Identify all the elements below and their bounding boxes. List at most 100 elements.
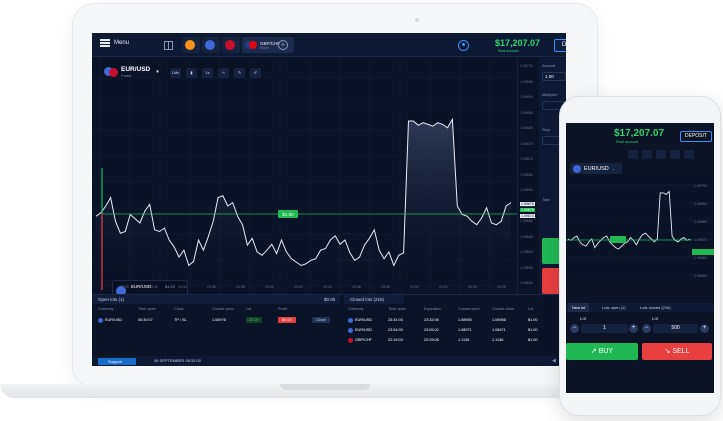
row-expiration: 22:29:06 bbox=[424, 338, 439, 342]
row-currency: EUR/USD bbox=[98, 316, 122, 325]
phone-price-chart[interactable]: 1.09700 1.09690 1.09680 1.09670 1.09660 1.096… bbox=[566, 177, 714, 285]
y-tick-label: 1.09645 bbox=[520, 234, 533, 239]
phone-indicator-icon[interactable] bbox=[656, 150, 666, 159]
phone-y-tick: 1.09690 bbox=[694, 202, 707, 206]
close-lot-button[interactable]: Close bbox=[312, 316, 330, 325]
tab-lots-closed[interactable]: Lots closed (216) bbox=[636, 303, 675, 312]
support-button[interactable]: Support bbox=[98, 357, 136, 365]
user-avatar-icon[interactable] bbox=[458, 40, 469, 51]
phone-settings-icon[interactable] bbox=[684, 150, 694, 159]
phone-buy-button[interactable]: ↗ BUY bbox=[566, 343, 638, 360]
phone-lot-tabs: New lot Lots open (1) Lots closed (216) bbox=[566, 303, 714, 312]
open-lots-header[interactable]: Open lots (1) $0.00 bbox=[92, 295, 340, 304]
eurusd-flag-icon bbox=[348, 317, 353, 323]
multiplier-label: Multiplier bbox=[542, 93, 558, 97]
candle-icon[interactable]: ▮ bbox=[186, 68, 197, 78]
col-course-open: Course open bbox=[458, 307, 480, 311]
x-tick-label: 23:32 bbox=[149, 285, 158, 289]
col-time-open: Time open bbox=[138, 307, 156, 311]
phone-deposit-button[interactable]: DEPOSIT bbox=[680, 131, 712, 142]
tab-bitcoin[interactable] bbox=[182, 37, 200, 53]
eurusd-flag-icon bbox=[104, 66, 118, 78]
x-tick-label: 23:42 bbox=[294, 285, 303, 289]
menu-button[interactable]: Menu bbox=[100, 39, 129, 47]
col-lot: Lot bbox=[528, 307, 534, 311]
tab-pair-label: GBP/CHF bbox=[260, 40, 281, 46]
col-close: Close bbox=[174, 307, 184, 311]
row-course-open: 1.1136 bbox=[458, 338, 470, 342]
row-currency: GBP/CHF bbox=[348, 336, 372, 345]
phone-asset-name: EUR/USD bbox=[584, 165, 609, 172]
y-tick-label: 1.09630 bbox=[520, 281, 533, 285]
balance-account-type: Real account bbox=[498, 49, 519, 53]
row-time-open: 22:19:03 bbox=[388, 338, 403, 342]
phone-draw-icon[interactable] bbox=[670, 150, 680, 159]
row-close: TP / SL bbox=[174, 318, 187, 322]
timeframe-button[interactable]: 1Mn bbox=[170, 68, 181, 78]
lot-decrease-button[interactable]: − bbox=[570, 324, 579, 333]
closed-lots-title: Closed lots (216) bbox=[350, 297, 385, 302]
draw-icon[interactable]: ✎ bbox=[234, 68, 245, 78]
deposit-button[interactable]: Deposit bbox=[554, 39, 566, 52]
lot-label-right: Lot bbox=[652, 316, 659, 321]
y-tick-label: 1.09650 bbox=[520, 219, 533, 223]
balance-amount[interactable]: $17,207.07 bbox=[495, 38, 540, 48]
row-course-open: 1.08976 bbox=[212, 318, 226, 322]
col-expiration: Expiration bbox=[424, 307, 441, 311]
menu-label: Menu bbox=[114, 40, 130, 46]
pencil-icon[interactable]: ✐ bbox=[250, 68, 261, 78]
indicator-icon[interactable]: ∿ bbox=[218, 68, 229, 78]
chevron-down-icon: ⌄ bbox=[611, 166, 616, 171]
tab-new-lot[interactable]: New lot bbox=[568, 303, 590, 312]
row-course-close: 1.08966 bbox=[492, 318, 506, 322]
phone-chart-type-icon[interactable] bbox=[628, 150, 638, 159]
x-tick-label: 23:52 bbox=[439, 285, 448, 289]
col-currency: Currency bbox=[348, 307, 364, 311]
tab-eurusd[interactable] bbox=[202, 37, 220, 53]
tab-pair-sub: Forex bbox=[260, 45, 269, 50]
closed-lots-header[interactable]: Closed lots (216) bbox=[344, 295, 404, 304]
volume-icon[interactable]: ◀ bbox=[552, 358, 558, 364]
x-tick-label: 23:30 bbox=[120, 285, 129, 289]
add-tab-plus-icon[interactable]: + bbox=[278, 40, 288, 50]
currency-text: EUR/USD bbox=[105, 318, 123, 322]
tab-gbpusd[interactable] bbox=[222, 37, 240, 53]
amount-input[interactable]: 1.00 bbox=[542, 72, 566, 81]
phone-timeframe-icon[interactable] bbox=[642, 150, 652, 159]
phone-sell-button[interactable]: ↘ SELL bbox=[642, 343, 712, 360]
lot2-decrease-button[interactable]: − bbox=[642, 324, 651, 333]
top-bar: Menu GBP/CHF Forex + $17,207.07 Real acc… bbox=[92, 33, 566, 57]
interval-button[interactable]: 1s bbox=[202, 68, 213, 78]
col-lot: Lot bbox=[246, 307, 252, 311]
phone-asset-selector[interactable]: EUR/USD ⌄ bbox=[570, 163, 622, 174]
lot-increase-button[interactable]: + bbox=[629, 324, 638, 333]
y-tick-label: 1.09660 bbox=[520, 188, 533, 192]
tab-lots-open[interactable]: Lots open (1) bbox=[598, 303, 630, 312]
y-price-highlight: 1.09674 bbox=[520, 214, 535, 218]
phone-price-line bbox=[567, 190, 691, 250]
layout-grid-icon[interactable] bbox=[164, 41, 173, 50]
x-tick-label: 23:36 bbox=[207, 285, 216, 289]
take-label: Take bbox=[542, 198, 551, 202]
mini-trade-price: $1.00 bbox=[165, 284, 176, 289]
eurusd-flag-icon bbox=[573, 164, 581, 173]
price-chart[interactable]: $1.00 EUR/USD Forex ▾ 1Mn ▮ 1s ∿ ✎ ✐ EUR… bbox=[92, 58, 517, 305]
row-lot: $1.00 bbox=[528, 328, 538, 332]
col-course-open: Course open bbox=[212, 307, 234, 311]
support-label: Support bbox=[108, 358, 123, 364]
phone-balance[interactable]: $17,207.07 bbox=[614, 128, 664, 139]
col-profit: Profit bbox=[278, 307, 287, 311]
x-tick-label: 23:46 bbox=[352, 285, 361, 289]
entry-flag-label: $1.00 bbox=[282, 212, 294, 217]
asset-selector[interactable]: EUR/USD Forex ▾ bbox=[104, 66, 159, 78]
lot-input-right[interactable]: 500 bbox=[653, 324, 698, 333]
phone-price-highlight bbox=[692, 249, 714, 255]
lot-input-left[interactable]: 1 bbox=[581, 324, 628, 333]
sell-label: SELL bbox=[672, 348, 690, 355]
lot2-increase-button[interactable]: + bbox=[700, 324, 709, 333]
gbpchf-flag-icon bbox=[245, 40, 257, 50]
phone-y-tick: 1.09670 bbox=[694, 238, 707, 242]
hamburger-icon bbox=[100, 39, 110, 47]
phone-entry-flag bbox=[610, 236, 626, 243]
lot-chip: $1.00 bbox=[246, 317, 262, 323]
